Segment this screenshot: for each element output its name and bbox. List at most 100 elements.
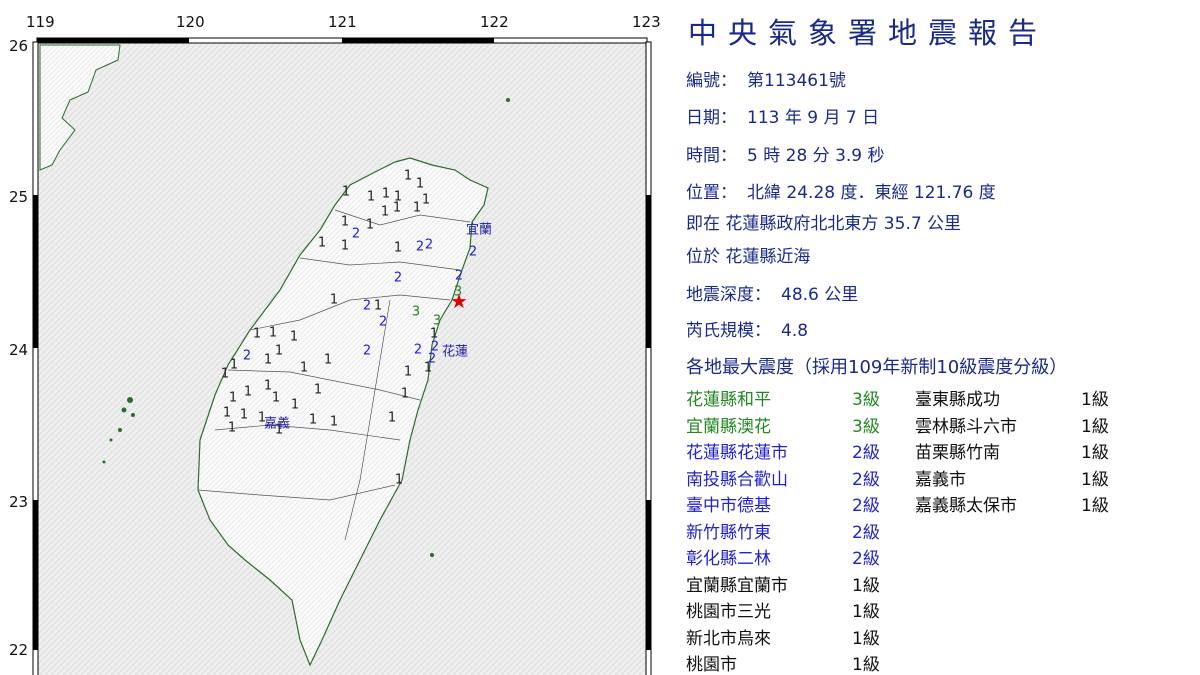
station-level: 1級	[852, 628, 880, 649]
intensity-mark: 1	[289, 329, 299, 345]
report-near: 即在 花蓮縣政府北北東方 35.7 公里	[686, 214, 962, 234]
report-time-row: 時間： 5 時 28 分 3.9 秒	[686, 141, 885, 166]
report-title: 中央氣象署地震報告	[688, 16, 1049, 50]
report-date-label: 日期：	[686, 108, 737, 128]
station-level: 1級	[1081, 390, 1109, 410]
intensity-mark: 1	[400, 386, 410, 402]
map-canvas	[32, 37, 652, 675]
intensity-mark: 1	[403, 168, 413, 184]
intensity-mark: 1	[227, 420, 237, 436]
station-level: 2級	[852, 443, 880, 463]
station-name: 宜蘭縣澳花	[686, 416, 771, 437]
intensity-mark: 1	[220, 366, 230, 382]
station-level: 2級	[852, 469, 880, 490]
report-time-label: 時間：	[686, 146, 737, 166]
report-magnitude-label: 芮氏規模：	[686, 321, 771, 341]
intensity-mark: 1	[329, 414, 339, 430]
station-level: 2級	[852, 549, 880, 569]
station-level: 1級	[852, 655, 880, 675]
station-name: 臺中市德基	[686, 496, 771, 516]
station-level: 3級	[852, 390, 880, 410]
intensity-mark: 1	[229, 357, 239, 373]
station-name: 嘉義縣太保市	[915, 496, 1017, 516]
intensity-mark: 1	[222, 405, 232, 421]
report-magnitude-row: 芮氏規模： 4.8	[686, 316, 808, 341]
station-level: 1級	[1081, 416, 1109, 437]
report-number: 第113461號	[747, 71, 846, 91]
station-level: 1級	[1081, 469, 1109, 490]
island-dot	[506, 98, 510, 102]
intensity-mark: 2	[393, 270, 403, 286]
intensity-mark: 1	[308, 412, 318, 428]
station-name: 新北市烏來	[686, 628, 771, 649]
lon-tick: 120	[176, 13, 205, 31]
lon-tick: 119	[26, 13, 55, 31]
lon-tick: 121	[328, 13, 357, 31]
station-name: 宜蘭縣宜蘭市	[686, 575, 788, 596]
intensity-mark: 1	[290, 397, 300, 413]
report-at: 位於 花蓮縣近海	[686, 247, 811, 267]
intensity-mark: 1	[274, 343, 284, 359]
report-magnitude: 4.8	[781, 321, 809, 341]
intensity-mark: 1	[381, 186, 391, 202]
intensity-mark: 1	[317, 235, 327, 251]
intensity-header: 各地最大震度（採用109年新制10級震度分級）	[686, 357, 1068, 378]
station-name: 嘉義市	[915, 469, 966, 490]
lon-tick: 123	[632, 13, 661, 31]
station-name: 臺東縣成功	[915, 390, 1000, 410]
intensity-mark: 2	[468, 244, 478, 260]
intensity-mark: 1	[239, 407, 249, 423]
report-date: 113 年 9 月 7 日	[747, 108, 880, 128]
station-name: 新竹縣竹東	[686, 522, 771, 543]
intensity-mark: 1	[274, 422, 284, 438]
intensity-mark: 1	[403, 364, 413, 380]
intensity-mark: 1	[394, 472, 404, 488]
station-level: 1級	[1081, 443, 1109, 463]
lat-tick: 24	[9, 341, 29, 359]
station-name: 彰化縣二林	[686, 549, 771, 569]
intensity-mark: 1	[412, 200, 422, 216]
intensity-mark: 1	[366, 189, 376, 205]
intensity-mark: 1	[340, 214, 350, 230]
report-location-label: 位置：	[686, 183, 737, 203]
epicenter-star-icon: ★	[450, 289, 468, 313]
intensity-mark: 1	[252, 326, 262, 342]
report-depth-row: 地震深度： 48.6 公里	[686, 280, 858, 305]
station-name: 桃園市三光	[686, 602, 771, 622]
report-depth-label: 地震深度：	[686, 285, 771, 305]
lon-tick: 122	[480, 13, 509, 31]
station-level: 1級	[852, 602, 880, 622]
lat-tick: 25	[9, 188, 29, 206]
intensity-mark: 1	[340, 238, 350, 254]
station-name: 南投縣合歡山	[686, 469, 788, 490]
intensity-mark: 2	[454, 268, 464, 284]
intensity-mark: 2	[413, 342, 423, 358]
intensity-mark: 1	[271, 390, 281, 406]
intensity-mark: 1	[323, 352, 333, 368]
earthquake-map: 119 120 121 122 123 26 25 24 23 22 宜蘭 花蓮…	[0, 0, 680, 675]
intensity-mark: 1	[268, 325, 278, 341]
intensity-mark: 1	[380, 204, 390, 220]
intensity-mark: 1	[243, 384, 253, 400]
lat-tick: 22	[9, 641, 29, 659]
intensity-mark: 1	[263, 352, 273, 368]
lat-tick: 23	[9, 493, 29, 511]
station-name: 苗栗縣竹南	[915, 443, 1000, 463]
intensity-mark: 1	[313, 382, 323, 398]
intensity-mark: 1	[299, 360, 309, 376]
station-level: 2級	[852, 522, 880, 543]
intensity-mark: 3	[411, 304, 421, 320]
intensity-mark: 1	[373, 298, 383, 314]
intensity-mark: 1	[393, 240, 403, 256]
report-date-row: 日期： 113 年 9 月 7 日	[686, 103, 879, 128]
station-name: 花蓮縣花蓮市	[686, 443, 788, 463]
report-number-row: 編號： 第113461號	[686, 66, 846, 91]
report-number-label: 編號：	[686, 71, 737, 91]
intensity-mark: 1	[329, 292, 339, 308]
report-location-row: 位置： 北緯 24.28 度．東經 121.76 度	[686, 178, 996, 203]
intensity-mark: 1	[365, 217, 375, 233]
intensity-mark: 2	[242, 348, 252, 364]
intensity-mark: 2	[351, 226, 361, 242]
intensity-mark: 1	[423, 360, 433, 376]
lat-tick: 26	[9, 37, 29, 55]
